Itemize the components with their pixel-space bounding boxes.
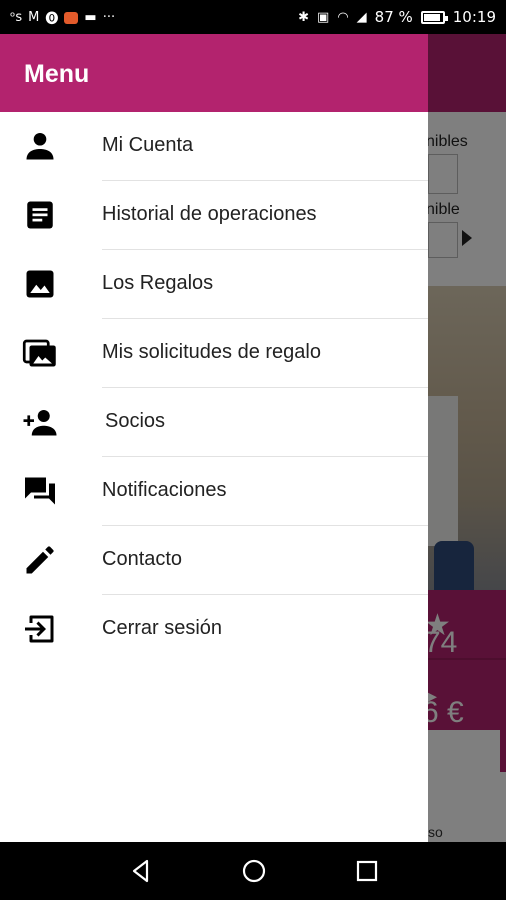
menu-item-label: Los Regalos bbox=[102, 272, 214, 294]
menu-item-historial[interactable]: Historial de operaciones bbox=[0, 181, 428, 250]
menu-item-label: Cerrar sesión bbox=[102, 617, 223, 639]
menu-item-mi-cuenta[interactable]: Mi Cuenta bbox=[0, 112, 428, 181]
gmail-icon: M bbox=[28, 10, 40, 25]
system-nav-bar bbox=[0, 842, 506, 900]
recents-icon[interactable] bbox=[352, 856, 382, 886]
pencil-icon bbox=[26, 546, 54, 574]
menu-item-label: Socios bbox=[105, 410, 166, 432]
status-left: ᵒs M ⓿ ▬ ··· bbox=[10, 8, 115, 27]
nfc-icon: ▣ bbox=[317, 9, 330, 25]
chat-icon bbox=[25, 477, 55, 505]
signal-icon: ◢ bbox=[356, 9, 367, 25]
wifi-icon: ◠ bbox=[337, 9, 349, 25]
menu-item-label: Notificaciones bbox=[102, 479, 227, 501]
s-icon: ᵒs bbox=[10, 10, 23, 25]
menu-item-mis-solicitudes[interactable]: Mis solicitudes de regalo bbox=[0, 319, 428, 388]
menu-item-label: Contacto bbox=[102, 548, 183, 570]
more-icon: ··· bbox=[102, 10, 116, 25]
menu-item-cerrar-sesion[interactable]: Cerrar sesión bbox=[0, 595, 428, 664]
logout-icon bbox=[25, 615, 54, 643]
status-right: ✱ ▣ ◠ ◢ 87 % 10:19 bbox=[298, 8, 496, 26]
menu-item-notificaciones[interactable]: Notificaciones bbox=[0, 457, 428, 526]
menu-item-label: Historial de operaciones bbox=[102, 203, 317, 225]
clock: 10:19 bbox=[452, 8, 496, 26]
person-add-icon bbox=[23, 410, 57, 436]
menu-item-socios[interactable]: Socios bbox=[0, 388, 428, 457]
app-icon bbox=[64, 11, 79, 24]
battery-fill bbox=[423, 13, 440, 21]
status-bar: ᵒs M ⓿ ▬ ··· ✱ ▣ ◠ ◢ 87 % 10:19 bbox=[0, 0, 506, 34]
drawer-header: Menu bbox=[0, 34, 428, 112]
menu-item-label: Mi Cuenta bbox=[102, 134, 194, 156]
document-icon bbox=[27, 201, 53, 229]
battery-icon bbox=[420, 10, 448, 24]
navigation-drawer: Menu Mi Cuenta Historial de operaciones … bbox=[0, 34, 428, 842]
folder-icon: ▬ bbox=[84, 10, 97, 25]
drawer-title: Menu bbox=[24, 60, 90, 88]
home-icon[interactable] bbox=[239, 856, 269, 886]
battery-percent: 87 % bbox=[374, 8, 413, 26]
menu-item-contacto[interactable]: Contacto bbox=[0, 526, 428, 595]
bluetooth-icon: ✱ bbox=[298, 9, 310, 25]
menu-item-label: Mis solicitudes de regalo bbox=[102, 341, 321, 363]
pinterest-icon: ⓿ bbox=[45, 12, 59, 27]
back-icon[interactable] bbox=[126, 856, 156, 886]
person-icon bbox=[26, 132, 54, 160]
menu-item-los-regalos[interactable]: Los Regalos bbox=[0, 250, 428, 319]
image-icon bbox=[26, 270, 54, 298]
images-icon bbox=[22, 339, 56, 367]
